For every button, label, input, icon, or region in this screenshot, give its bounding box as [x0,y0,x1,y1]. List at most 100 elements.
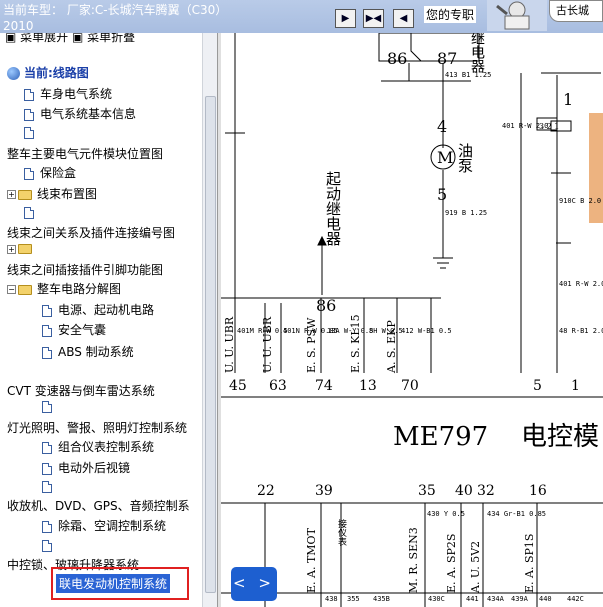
tree-item[interactable]: 收放机、DVD、GPS、音频控制系 [7,499,190,514]
signal-label: M. R. SEN3 [407,527,420,593]
tree-item[interactable]: − 整车电路分解图 [7,282,121,297]
tree-item[interactable]: 灯光照明、警报、照明灯控制系统 [7,421,187,436]
tree-item[interactable]: 组合仪表控制系统 [42,440,154,455]
tree-item[interactable]: 电源、起动机电路 [42,303,154,318]
expand-toggle-icon[interactable]: + [7,244,16,254]
tree-item[interactable] [42,540,58,552]
tree-item[interactable] [42,481,58,493]
tree-item-label: 电动外后视镜 [58,461,131,475]
tree-item-label: ABS 制动系统 [58,345,134,359]
tree-item[interactable]: 除霜、空调控制系统 [42,519,166,534]
motor-symbol: M [437,148,453,167]
tree-item-label: 电源、起动机电路 [58,303,155,317]
document-icon [42,304,52,317]
pin-label: 22 [257,483,275,499]
expand-icon[interactable]: ▣ [5,33,20,44]
sidebar-scrollbar[interactable] [202,33,218,607]
logo-button[interactable]: 古长城 [549,0,603,22]
tree-item[interactable]: CVT 变速器与倒车雷达系统 [7,384,155,399]
tree-toolbar: ▣ 菜单展开 ▣ 菜单折叠 [5,33,135,45]
document-icon [42,540,52,552]
collapse-toggle-icon[interactable]: − [7,285,16,294]
tree-item[interactable]: + 线束布置图 [7,187,97,202]
pin-label: 40 [455,483,473,499]
collapse-icon[interactable]: ▣ [72,33,87,44]
tree-item[interactable]: 线束之间关系及插件连接编号图 [7,226,175,241]
tree-item[interactable] [42,401,58,413]
pump-pin-5: 5 [437,185,447,204]
tree-item[interactable]: 整车主要电气元件模块位置图 [7,147,163,162]
relay-label: 继电器 [469,33,485,73]
page-nav-button[interactable]: < > [231,567,277,601]
nav-fit-button[interactable]: ▶◀ [363,9,384,28]
tree-item-label: 组合仪表控制系统 [58,440,155,454]
wire-code: 442C [567,595,584,603]
pin-label: 35 [418,483,436,499]
document-icon [42,346,52,359]
tree-item[interactable] [24,207,40,219]
relay-pin-87: 87 [437,49,457,68]
mascot-icon [487,0,547,31]
nav-forward-button[interactable]: ▶ [335,9,356,28]
tree-item-label: 电气系统基本信息 [40,107,137,121]
wire-code: 8H W 0.5 [369,327,403,335]
expand-toggle-icon[interactable]: + [7,190,16,199]
wire-code: 439A [511,595,529,603]
window-title: 当前车型： 厂家:C-长城汽车腾翼（C30） [3,3,228,17]
wire-code: 13A W-Y 0.5 [327,327,373,335]
tree-item[interactable]: ABS 制动系统 [42,345,134,360]
scrollbar-thumb[interactable] [205,96,216,593]
document-icon [42,462,52,475]
tree-item-label: CVT 变速器与倒车雷达系统 [7,384,155,398]
tree-item[interactable]: + [7,244,37,254]
wire-code: 434A [487,595,505,603]
fuel-pump-label: 油泵 [456,143,474,173]
signal-label: U. U. UBR [223,316,236,373]
tree-item-label: 线束布置图 [37,187,98,201]
navigation-tree: ▣ 菜单展开 ▣ 菜单折叠 当前:线路图 车身电气系统 电气系统基本信息 整车主… [0,33,202,607]
globe-icon [7,67,20,80]
collapse-menu-button[interactable]: 菜单折叠 [87,33,135,44]
signal-label: E. S. KL15 [349,314,362,373]
pin-label: 63 [269,378,287,394]
tree-item-label: 车身电气系统 [40,87,113,101]
tree-item[interactable]: 电气系统基本信息 [24,107,136,122]
pin-label: 45 [229,378,247,394]
wire-code: 434 Gr-B1 0.85 [487,510,546,518]
tree-item[interactable]: 保险盒 [24,166,76,181]
wire-code: 48 R-B1 2.0 [559,327,603,335]
tree-root[interactable]: 当前:线路图 [7,66,89,81]
wire-code: 910C B 2.0 [559,197,601,205]
document-icon [42,401,52,413]
expand-menu-button[interactable]: 菜单展开 [20,33,68,44]
tree-item-label: 线束之间关系及插件连接编号图 [7,226,176,240]
tree-item-label: 安全气囊 [58,323,107,337]
signal-label: E. A. SP1S [523,534,536,593]
folder-icon [18,189,32,200]
signal-label: E. S. PSW [305,317,318,373]
nav-back-button[interactable]: ◀ [393,9,414,28]
wire-code: 430 Y 0.5 [427,510,465,518]
wire-code: 401M R-W 0.5 [237,327,288,335]
wiring-diagram-canvas: 86 87 4 5 1 86 M 3 2 1 起动继电器 油泵 继电器 45 6… [221,33,603,607]
document-icon [42,520,52,533]
user-info-text: 您的专职 [424,6,477,23]
tree-item[interactable]: 线束之间插接插件引脚功能图 [7,263,163,278]
pin-label: 70 [401,378,419,394]
tree-item-label: 整车电路分解图 [37,282,122,296]
pin-label: 39 [315,483,333,499]
ecu-model-label: ME797 [393,422,488,452]
selected-tree-item[interactable]: 联电发动机控制系统 [56,574,171,593]
dashboard-label: 接仪表 [336,518,347,547]
tree-item-label: 保险盒 [40,166,77,180]
tree-item-label: 收放机、DVD、GPS、音频控制系 [7,499,190,513]
tree-item[interactable]: 电动外后视镜 [42,461,130,476]
tree-item[interactable]: 车身电气系统 [24,87,112,102]
tree-item[interactable] [24,127,40,139]
signal-label: U. U. UBR [261,316,274,373]
tree-item[interactable]: 安全气囊 [42,323,106,338]
brand-logo: 古长城 [487,0,603,31]
wire-code: 441 [466,595,479,603]
wire-code: 413 B1 1.25 [445,71,491,79]
tree-item-label: 灯光照明、警报、照明灯控制系统 [7,421,188,435]
